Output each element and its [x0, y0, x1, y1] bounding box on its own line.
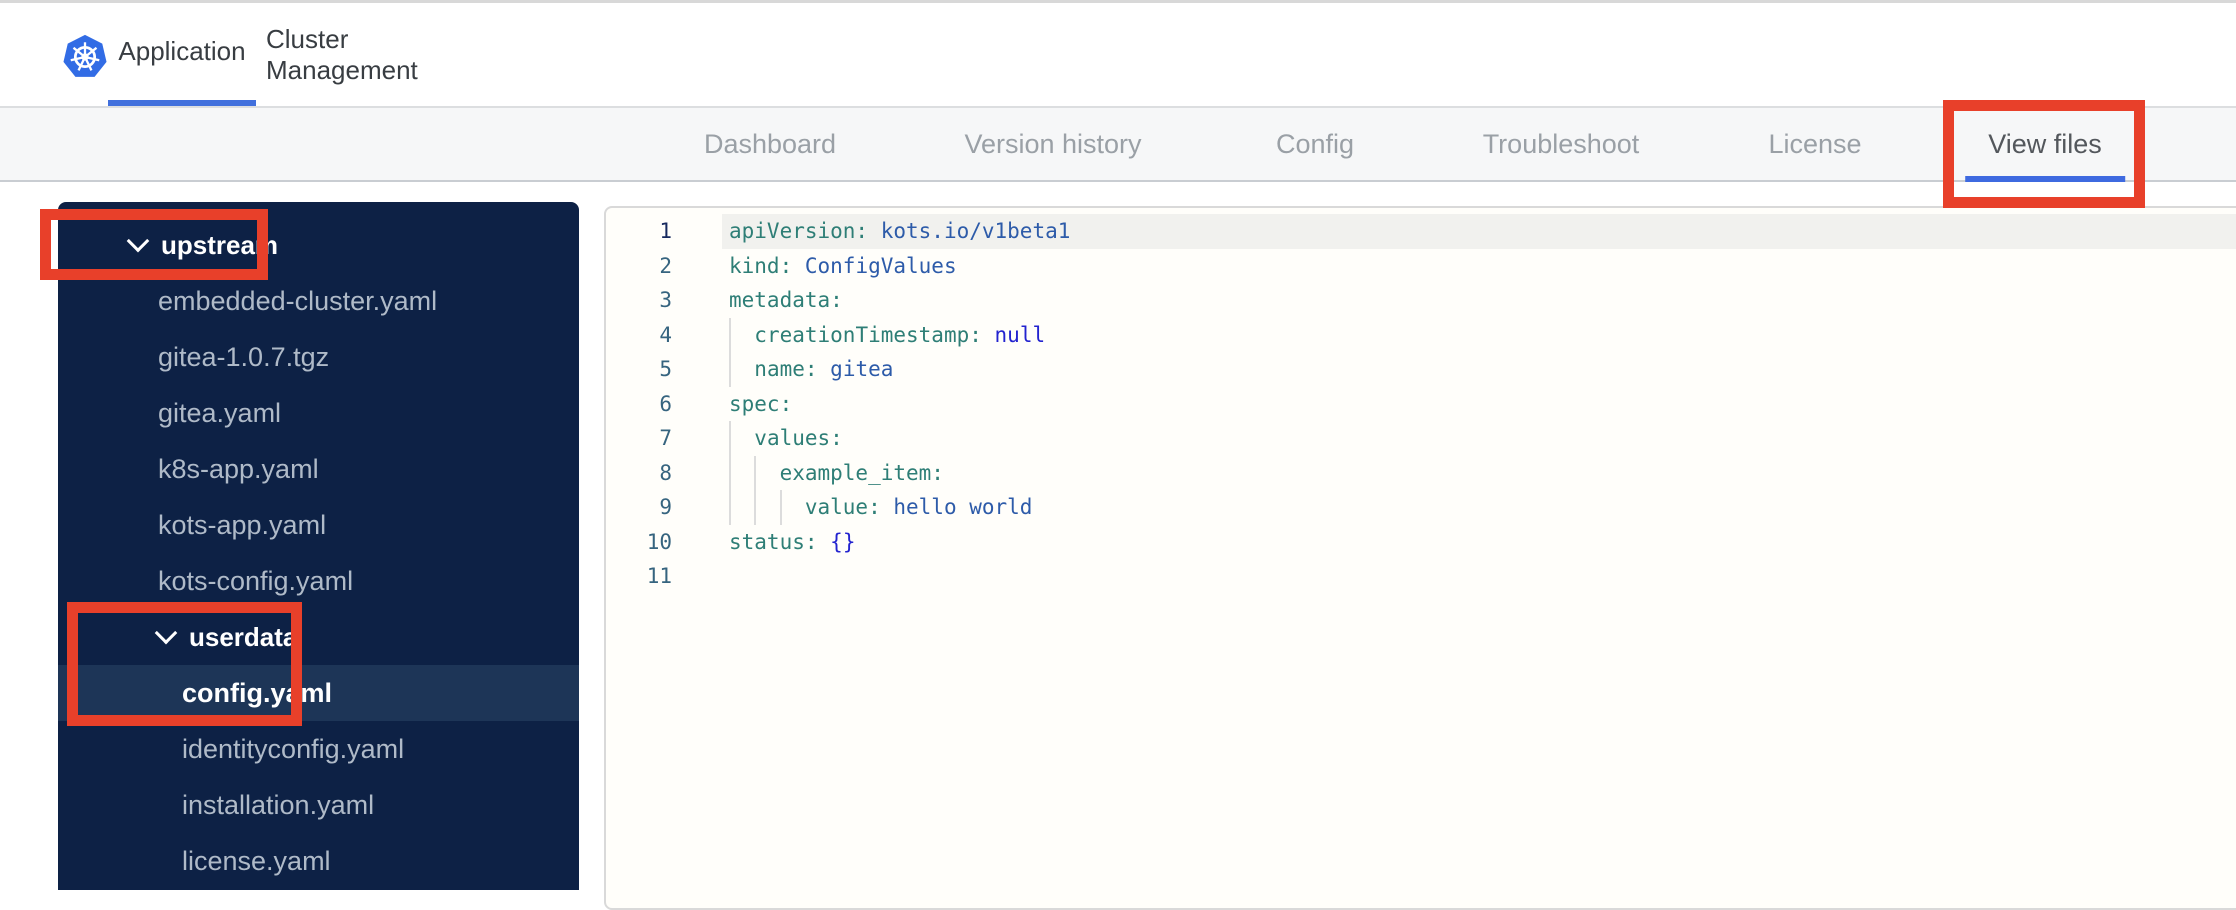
top-tab-cluster-management[interactable]: Cluster Management: [266, 3, 476, 106]
line-number: 7: [659, 426, 672, 450]
tree-file-config-yaml[interactable]: config.yaml: [58, 665, 579, 721]
chevron-down-icon: [126, 229, 150, 253]
code-line-7[interactable]: 7 values:: [606, 421, 2236, 456]
app-subnav: Dashboard Version history Config Troublesho…: [0, 106, 2236, 182]
code-text: metadata:: [729, 288, 843, 312]
code-line-2[interactable]: 2 kind: ConfigValues: [606, 249, 2236, 284]
code-text: apiVersion: kots.io/v1beta1: [729, 219, 1071, 243]
nav-item-config[interactable]: Config: [1276, 108, 1354, 180]
nav-item-dashboard[interactable]: Dashboard: [704, 108, 836, 180]
code-content: 1 apiVersion: kots.io/v1beta1 2 kind: Confi…: [606, 214, 2236, 594]
tree-file-gitea-1-0-7-tgz[interactable]: gitea-1.0.7.tgz: [58, 329, 579, 385]
code-line-10[interactable]: 10 status: {}: [606, 525, 2236, 560]
file-label: gitea.yaml: [158, 397, 282, 428]
code-line-5[interactable]: 5 name: gitea: [606, 352, 2236, 387]
nav-item-version-history[interactable]: Version history: [964, 108, 1141, 180]
line-number: 2: [659, 253, 672, 278]
file-label: gitea-1.0.7.tgz: [158, 341, 330, 372]
tree-folder-userdata[interactable]: userdata: [58, 609, 579, 665]
code-text: name: gitea: [754, 357, 894, 381]
line-number: 5: [659, 357, 672, 381]
nav-item-license[interactable]: License: [1768, 108, 1861, 180]
tree-file-gitea-yaml[interactable]: gitea.yaml: [58, 385, 579, 441]
top-bar: Application Cluster Management: [0, 0, 2236, 106]
line-number: 11: [646, 564, 672, 588]
tree-file-installation-yaml[interactable]: installation.yaml: [58, 777, 579, 833]
code-text: values:: [754, 426, 843, 450]
tree-file-kots-config-yaml[interactable]: kots-config.yaml: [58, 553, 579, 609]
line-number: 10: [646, 529, 672, 554]
file-label: license.yaml: [182, 845, 331, 876]
line-number: 1: [659, 219, 672, 243]
file-label: embedded-cluster.yaml: [158, 285, 438, 316]
file-label: config.yaml: [182, 677, 333, 708]
code-text: kind: ConfigValues: [729, 253, 957, 278]
nav-item-view-files[interactable]: View files: [1988, 108, 2102, 180]
code-line-6[interactable]: 6 spec:: [606, 387, 2236, 422]
code-text: spec:: [729, 391, 793, 416]
top-tab-application[interactable]: Application: [108, 3, 256, 106]
code-text: value: hello world: [804, 495, 1033, 519]
line-number: 3: [659, 288, 672, 312]
folder-label: userdata: [189, 621, 298, 652]
code-text: status: {}: [729, 529, 856, 554]
line-number: 6: [659, 391, 672, 416]
tree-file-kots-app-yaml[interactable]: kots-app.yaml: [58, 497, 579, 553]
nav-item-troubleshoot[interactable]: Troubleshoot: [1483, 108, 1640, 180]
file-label: k8s-app.yaml: [158, 453, 319, 484]
tree-file-identityconfig-yaml[interactable]: identityconfig.yaml: [58, 721, 579, 777]
line-number: 8: [659, 460, 672, 485]
file-label: installation.yaml: [182, 789, 375, 820]
tree-file-k8s-app-yaml[interactable]: k8s-app.yaml: [58, 441, 579, 497]
kubernetes-logo: [63, 34, 107, 77]
file-tree: upstream embedded-cluster.yaml gitea-1.0.7…: [58, 217, 579, 889]
code-text: example_item:: [779, 460, 944, 485]
file-tree-sidebar: upstream embedded-cluster.yaml gitea-1.0.7…: [58, 202, 579, 890]
folder-label: upstream: [161, 229, 279, 260]
code-line-1[interactable]: 1 apiVersion: kots.io/v1beta1: [606, 214, 2236, 249]
code-line-8[interactable]: 8 example_item:: [606, 455, 2236, 490]
line-number: 4: [659, 322, 672, 347]
code-line-11[interactable]: 11: [606, 559, 2236, 594]
code-line-4[interactable]: 4 creationTimestamp: null: [606, 317, 2236, 352]
code-editor[interactable]: 1 apiVersion: kots.io/v1beta1 2 kind: Confi…: [604, 206, 2236, 910]
file-label: identityconfig.yaml: [182, 733, 405, 764]
file-label: kots-app.yaml: [158, 509, 327, 540]
code-line-9[interactable]: 9 value: hello world: [606, 490, 2236, 525]
code-text: creationTimestamp: null: [754, 322, 1046, 347]
line-number: 9: [659, 495, 672, 519]
tree-file-license-yaml[interactable]: license.yaml: [58, 833, 579, 889]
code-line-3[interactable]: 3 metadata:: [606, 283, 2236, 318]
tree-file-embedded-cluster-yaml[interactable]: embedded-cluster.yaml: [58, 273, 579, 329]
tree-folder-upstream[interactable]: upstream: [58, 217, 579, 273]
file-label: kots-config.yaml: [158, 565, 354, 596]
chevron-down-icon: [154, 621, 178, 645]
